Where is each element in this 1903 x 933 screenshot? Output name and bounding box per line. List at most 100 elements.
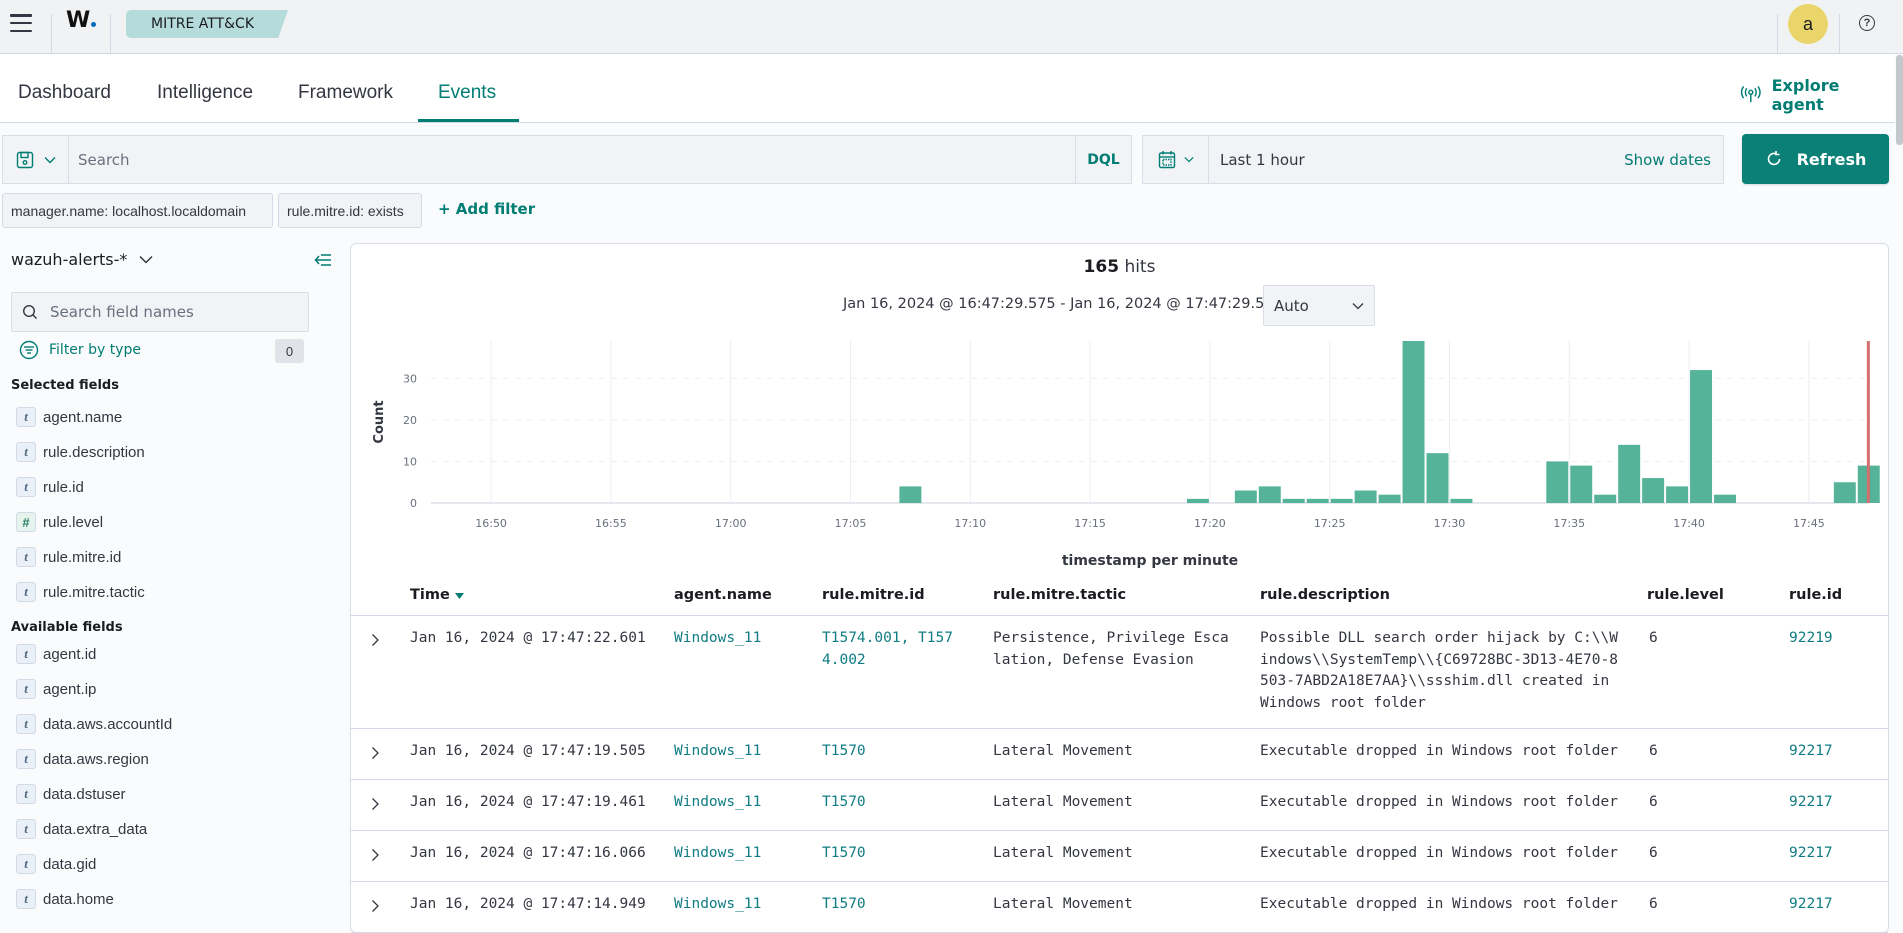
histogram-bar[interactable] [1594,494,1617,503]
field-item[interactable]: t rule.id [16,477,84,497]
column-header-rule-id[interactable]: rule.id [1789,587,1842,603]
query-language-button[interactable]: DQL [1075,135,1132,184]
cell-rule-mitre-id[interactable]: T1574.001, T157 4.002 [822,628,962,671]
field-item[interactable]: t data.home [16,889,114,909]
page-scrollbar[interactable] [1896,55,1903,145]
filter-pill-rule-mitre-id[interactable]: rule.mitre.id: exists [278,193,422,228]
cell-rule-mitre-id[interactable]: T1570 [822,741,962,763]
menu-icon[interactable] [10,14,32,32]
cell-agent-name[interactable]: Windows_11 [674,741,761,763]
collapse-sidebar-icon[interactable] [314,252,332,268]
column-header-time[interactable]: Time [410,587,464,603]
field-item[interactable]: t rule.description [16,442,145,462]
add-filter-button[interactable]: + Add filter [438,200,535,218]
column-header-rule-description[interactable]: rule.description [1260,587,1390,603]
user-avatar[interactable]: a [1788,4,1828,44]
cell-rule-id[interactable]: 92219 [1789,628,1833,650]
histogram-bar[interactable] [1330,498,1353,503]
field-item[interactable]: t agent.id [16,644,96,664]
cell-rule-mitre-id[interactable]: T1570 [822,894,962,916]
histogram-bar[interactable] [1714,494,1736,503]
expand-row-icon[interactable] [368,797,382,811]
date-range-display[interactable]: Last 1 hour Show dates [1208,135,1724,184]
refresh-button[interactable]: Refresh [1742,134,1889,184]
field-search-input[interactable] [50,303,290,321]
expand-row-icon[interactable] [368,848,382,862]
histogram-bar[interactable] [1378,494,1401,503]
column-header-rule-mitre-tactic[interactable]: rule.mitre.tactic [993,587,1126,603]
histogram-bar[interactable] [1570,465,1593,503]
cell-agent-name[interactable]: Windows_11 [674,628,761,650]
expand-row-icon[interactable] [368,746,382,760]
interval-select[interactable]: Auto [1263,285,1375,326]
explore-agent-button[interactable]: Explore agent [1740,76,1895,114]
x-tick-label: 17:35 [1553,517,1585,530]
filter-by-type-button[interactable]: Filter by type [19,340,141,360]
table-row[interactable]: Jan 16, 2024 @ 17:47:22.601 Windows_11 T15… [351,616,1888,729]
quick-date-menu-button[interactable] [1142,135,1209,184]
wazuh-logo[interactable]: W [66,8,97,33]
field-item[interactable]: t data.aws.region [16,749,149,769]
expand-row-icon[interactable] [368,899,382,913]
histogram-bar[interactable] [1546,461,1569,503]
histogram-bar[interactable] [1450,498,1473,503]
search-bar[interactable] [68,135,1076,184]
field-name: rule.description [43,443,145,461]
histogram-bar[interactable] [1354,490,1377,503]
help-icon[interactable]: ? [1859,15,1875,31]
breadcrumb-app-badge[interactable]: MITRE ATT&CK [126,10,288,38]
filter-pill-manager-name[interactable]: manager.name: localhost.localdomain [2,193,273,228]
histogram-bar[interactable] [1642,478,1665,503]
cell-rule-mitre-tactic: Lateral Movement [993,896,1133,912]
field-item[interactable]: t data.aws.accountId [16,714,172,734]
field-item[interactable]: t rule.mitre.tactic [16,582,145,602]
index-pattern-selector[interactable]: wazuh-alerts-* [11,250,153,269]
table-row[interactable]: Jan 16, 2024 @ 17:47:19.461 Windows_11 T15… [351,780,1888,831]
table-row[interactable]: Jan 16, 2024 @ 17:47:19.505 Windows_11 T15… [351,729,1888,780]
histogram-bar[interactable] [1306,498,1329,503]
field-item[interactable]: t rule.mitre.id [16,547,121,567]
field-item[interactable]: t data.dstuser [16,784,126,804]
cell-rule-mitre-id[interactable]: T1570 [822,792,962,814]
cell-agent-name[interactable]: Windows_11 [674,843,761,865]
histogram-bar[interactable] [899,486,922,503]
histogram-bar[interactable] [1258,486,1281,503]
column-header-rule-mitre-id[interactable]: rule.mitre.id [822,587,925,603]
field-item[interactable]: t data.extra_data [16,819,147,839]
table-row[interactable]: Jan 16, 2024 @ 17:47:14.949 Windows_11 T15… [351,882,1888,933]
histogram-bar[interactable] [1618,444,1641,503]
histogram-bar[interactable] [1282,498,1305,503]
histogram-bar[interactable] [1833,482,1856,503]
field-item[interactable]: t agent.name [16,407,122,427]
cell-rule-mitre-id[interactable]: T1570 [822,843,962,865]
tab-dashboard[interactable]: Dashboard [18,82,111,104]
cell-rule-id[interactable]: 92217 [1789,741,1833,763]
cell-rule-id[interactable]: 92217 [1789,792,1833,814]
histogram-bar[interactable] [1234,490,1257,503]
histogram-bar[interactable] [1426,453,1449,503]
histogram-bar[interactable] [1690,370,1713,503]
tab-intelligence[interactable]: Intelligence [157,82,253,104]
histogram-bar[interactable] [1402,341,1425,503]
cell-agent-name[interactable]: Windows_11 [674,894,761,916]
tab-events[interactable]: Events [438,82,496,104]
available-fields-title: Available fields [11,620,123,635]
saved-query-button[interactable] [2,135,69,184]
sort-down-icon[interactable] [454,593,464,599]
search-input[interactable] [78,150,1075,169]
expand-row-icon[interactable] [368,633,382,647]
field-search-box[interactable] [11,292,309,332]
table-row[interactable]: Jan 16, 2024 @ 17:47:16.066 Windows_11 T15… [351,831,1888,882]
tab-framework[interactable]: Framework [298,82,393,104]
cell-agent-name[interactable]: Windows_11 [674,792,761,814]
histogram-bar[interactable] [1666,486,1689,503]
field-item[interactable]: t agent.ip [16,679,96,699]
cell-rule-id[interactable]: 92217 [1789,894,1833,916]
show-dates-link[interactable]: Show dates [1624,151,1711,169]
column-header-rule-level[interactable]: rule.level [1647,587,1724,603]
histogram-bar[interactable] [1186,498,1209,503]
column-header-agent-name[interactable]: agent.name [674,587,772,603]
field-item[interactable]: t data.gid [16,854,96,874]
field-item[interactable]: # rule.level [16,512,103,532]
cell-rule-id[interactable]: 92217 [1789,843,1833,865]
